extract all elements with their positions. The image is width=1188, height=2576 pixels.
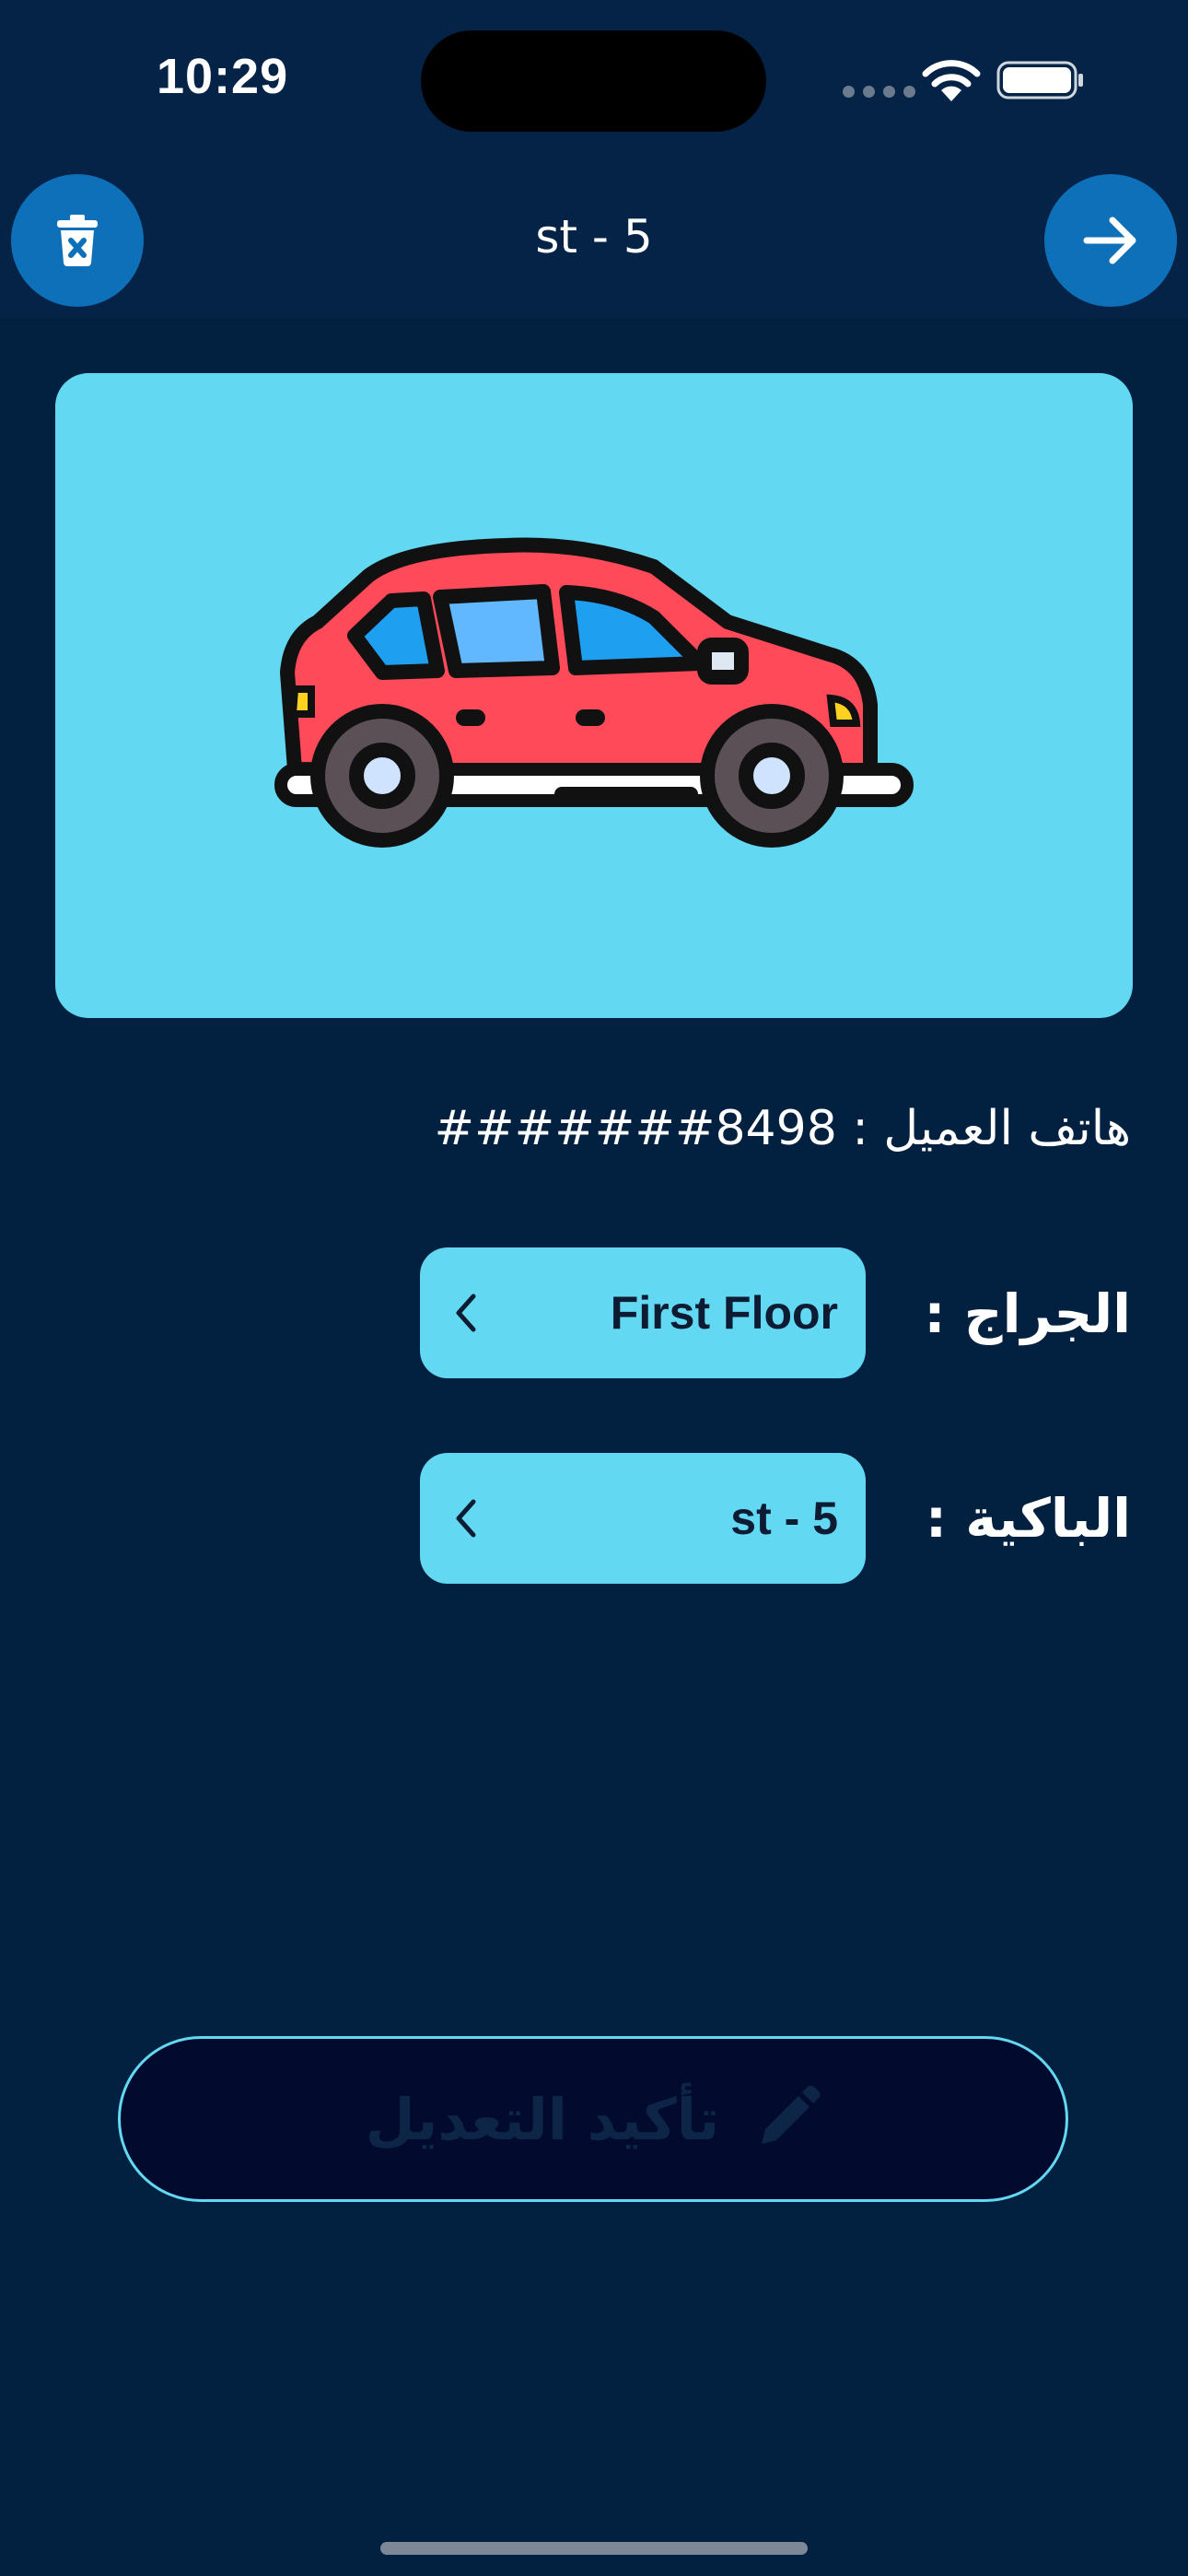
customer-phone-label: هاتف العميل : — [852, 1101, 1131, 1156]
garage-value: First Floor — [610, 1287, 838, 1339]
slot-value: st - 5 — [730, 1493, 838, 1544]
confirm-edit-button[interactable]: تأكيد التعديل — [118, 2036, 1068, 2202]
slot-label: الباكية : — [925, 1487, 1131, 1550]
confirm-edit-label: تأكيد التعديل — [365, 2085, 720, 2153]
car-image-card — [55, 373, 1133, 1018]
dynamic-island — [421, 30, 766, 132]
arrow-right-icon — [1083, 217, 1136, 264]
car-icon — [274, 537, 914, 848]
garage-label: الجراج : — [924, 1282, 1131, 1345]
customer-phone: هاتف العميل : #######8498 — [434, 1101, 1131, 1156]
status-time: 10:29 — [157, 49, 289, 104]
wifi-icon — [922, 60, 981, 101]
garage-selector[interactable]: First Floor — [420, 1247, 866, 1378]
battery-icon — [996, 61, 1083, 100]
home-indicator[interactable] — [380, 2542, 808, 2555]
page-title: st - 5 — [535, 210, 653, 263]
pencil-icon — [756, 2085, 821, 2153]
cellular-signal-icon — [843, 86, 915, 98]
slot-selector[interactable]: st - 5 — [420, 1453, 866, 1584]
header: st - 5 — [0, 166, 1188, 318]
status-bar: 10:29 — [0, 0, 1188, 166]
forward-button[interactable] — [1044, 174, 1177, 307]
chevron-left-icon — [453, 1494, 490, 1542]
chevron-left-icon — [453, 1289, 490, 1337]
customer-phone-value: #######8498 — [434, 1101, 837, 1156]
screen: 10:29 st - 5 هاتف العميل: #######8498 ا… — [0, 0, 1188, 2576]
